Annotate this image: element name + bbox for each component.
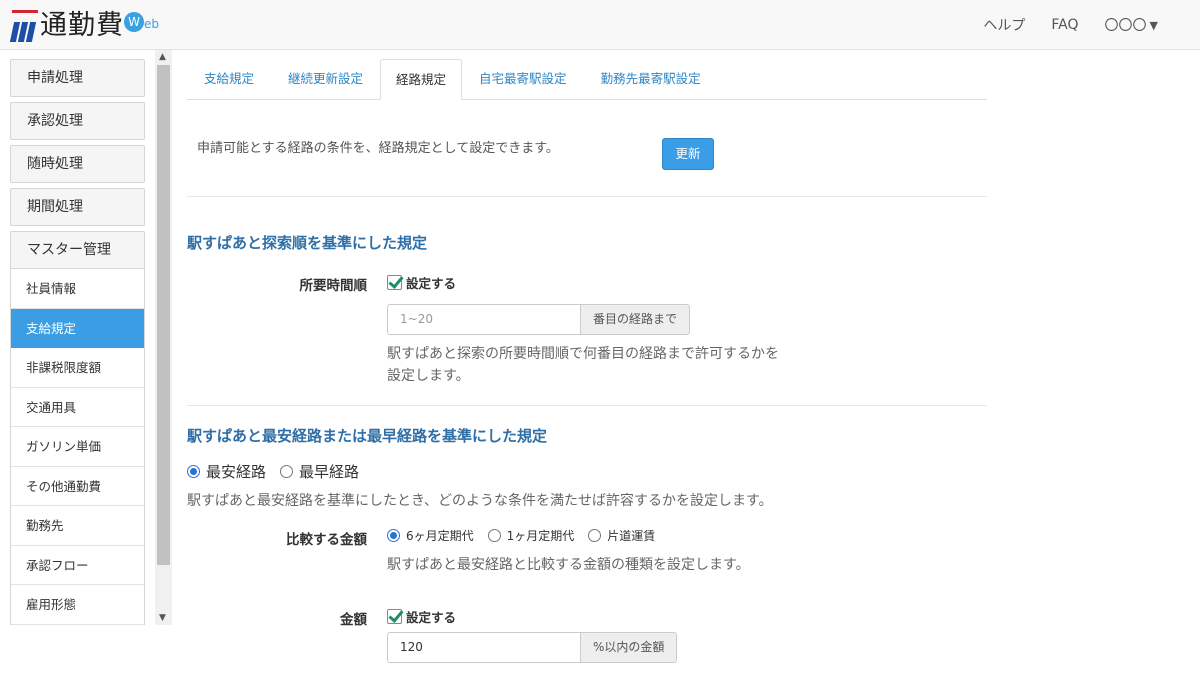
tab-renewal-settings[interactable]: 継続更新設定 [271,59,380,99]
compare-amount-radio-group: 6ヶ月定期代 1ヶ月定期代 片道運賃 [387,527,669,544]
route-fastest-radio[interactable] [280,465,294,478]
logo-web-tail: eb [144,17,159,31]
duration-order-input[interactable]: 1~20 [387,304,581,335]
faq-link[interactable]: FAQ [1051,17,1078,33]
sidebar-item-application[interactable]: 申請処理 [10,59,145,97]
sidebar-master-submenu: 社員情報 支給規定 非課税限度額 交通用具 ガソリン単価 その他通勤費 勤務先 … [10,269,145,625]
app-header: 通勤費 W eb ヘルプ FAQ 〇〇〇 ▼ [0,0,1200,50]
amount-label: 金額 [340,612,367,628]
tab-route-rules[interactable]: 経路規定 [380,59,463,100]
compare-amount-label: 比較する金額 [286,532,367,548]
help-link[interactable]: ヘルプ [983,15,1025,35]
amount-toggle[interactable]: 設定する [387,607,456,626]
route-type-radio-group: 最安経路 最早経路 [187,461,373,482]
duration-order-checkbox-label: 設定する [406,276,457,291]
sidebar-item-tax-limit[interactable]: 非課税限度額 [11,348,144,388]
scroll-up-icon[interactable]: ▲ [159,52,166,62]
sidebar-item-payment-rules[interactable]: 支給規定 [11,308,144,348]
tab-home-station[interactable]: 自宅最寄駅設定 [462,59,584,99]
duration-order-checkbox[interactable] [387,275,402,290]
compare-1month-option[interactable]: 1ヶ月定期代 [487,527,575,544]
compare-oneway-option[interactable]: 片道運賃 [588,527,655,544]
sidebar-item-other-commute[interactable]: その他通勤費 [11,467,144,506]
duration-order-addon: 番目の経路まで [581,304,691,335]
amount-checkbox-label: 設定する [406,610,457,625]
sidebar-item-vehicle[interactable]: 交通用具 [11,388,144,427]
duration-order-label: 所要時間順 [299,278,368,294]
compare-oneway-radio[interactable] [588,529,602,542]
logo-web-badge: W [124,12,144,32]
route-type-description: 駅すぱあと最安経路を基準にしたとき、どのような条件を満たせば許容するかを設定しま… [187,493,773,509]
sidebar-item-employment-type[interactable]: 雇用形態 [11,585,144,625]
sidebar-item-workplace[interactable]: 勤務先 [11,506,144,546]
duration-order-toggle[interactable]: 設定する [387,273,456,292]
user-name: 〇〇〇 [1104,18,1147,34]
sidebar-item-gas-price[interactable]: ガソリン単価 [11,427,144,467]
sidebar-scrollbar[interactable]: ▲ ▼ [155,50,172,625]
scroll-down-icon[interactable]: ▼ [159,613,166,623]
tab-payment-rules[interactable]: 支給規定 [187,59,271,99]
duration-order-help: 駅すぱあと探索の所要時間順で何番目の経路まで許可するかを設定します。 [387,346,779,384]
logo-mark-icon [9,10,38,42]
intro-panel: 申請可能とする経路の条件を、経路規定として設定できます。 更新 [187,100,987,197]
intro-text: 申請可能とする経路の条件を、経路規定として設定できます。 [197,141,559,156]
scroll-thumb[interactable] [157,65,170,565]
amount-checkbox[interactable] [387,609,402,624]
compare-amount-help: 駅すぱあと最安経路と比較する金額の種類を設定します。 [387,557,750,573]
section2-title: 駅すぱあと最安経路または最早経路を基準にした規定 [187,427,548,445]
amount-addon: %以内の金額 [581,632,678,663]
compare-oneway-label: 片道運賃 [607,529,656,543]
sidebar-item-adhoc[interactable]: 随時処理 [10,145,145,183]
route-cheapest-option[interactable]: 最安経路 [187,461,266,482]
tab-work-station[interactable]: 勤務先最寄駅設定 [584,59,718,99]
sidebar-item-employee[interactable]: 社員情報 [11,269,144,309]
compare-6month-option[interactable]: 6ヶ月定期代 [387,527,474,544]
compare-1month-label: 1ヶ月定期代 [506,529,575,543]
sidebar-item-approval-flow[interactable]: 承認フロー [11,546,144,585]
compare-6month-radio[interactable] [387,529,400,542]
rules-body: 駅すぱあと探索順を基準にした規定 所要時間順 設定する 1~20 番目の経路まで… [187,197,987,667]
main-content: 支給規定 継続更新設定 経路規定 自宅最寄駅設定 勤務先最寄駅設定 申請可能とす… [187,59,987,667]
sidebar-item-approval[interactable]: 承認処理 [10,102,145,140]
compare-1month-radio[interactable] [487,529,501,542]
duration-order-input-group: 1~20 番目の経路まで [387,304,691,335]
logo-title: 通勤費 [40,10,124,41]
sidebar-item-master[interactable]: マスター管理 [10,231,145,269]
header-nav: ヘルプ FAQ 〇〇〇 ▼ [983,0,1158,50]
app-logo[interactable]: 通勤費 W eb [9,8,159,42]
section-divider [187,405,987,406]
sidebar: 申請処理 承認処理 随時処理 期間処理 マスター管理 社員情報 支給規定 非課税… [10,59,145,625]
route-cheapest-label: 最安経路 [206,463,267,481]
compare-6month-label: 6ヶ月定期代 [406,529,474,543]
amount-input[interactable]: 120 [387,632,581,663]
sidebar-item-period[interactable]: 期間処理 [10,188,145,226]
update-button[interactable]: 更新 [662,138,714,170]
user-menu[interactable]: 〇〇〇 ▼ [1105,15,1158,35]
route-fastest-option[interactable]: 最早経路 [280,461,359,482]
amount-input-group: 120 %以内の金額 [387,632,678,663]
route-cheapest-radio[interactable] [187,465,200,478]
section1-title: 駅すぱあと探索順を基準にした規定 [187,234,428,252]
route-fastest-label: 最早経路 [299,463,360,481]
tab-bar: 支給規定 継続更新設定 経路規定 自宅最寄駅設定 勤務先最寄駅設定 [187,59,987,100]
caret-down-icon: ▼ [1149,18,1158,32]
